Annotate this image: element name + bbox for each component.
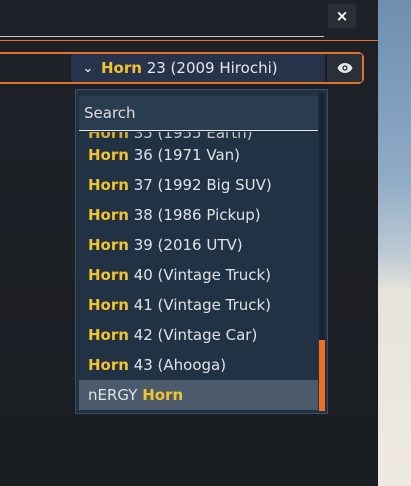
item-text: 38 (1986 Pickup) xyxy=(128,206,261,224)
item-text: 43 (Ahooga) xyxy=(128,356,227,374)
current-value-text: 23 (2009 Hirochi) xyxy=(141,59,278,77)
current-value-highlight: Horn xyxy=(101,59,142,77)
visibility-toggle-button[interactable] xyxy=(327,54,362,82)
item-highlight: Horn xyxy=(88,146,129,164)
dropdown-search-input[interactable] xyxy=(79,96,318,131)
list-item[interactable]: Horn 38 (1986 Pickup) xyxy=(79,200,318,230)
item-highlight: Horn xyxy=(88,266,129,284)
options-list: Horn 35 (1955 Earth) Horn 36 (1971 Van) … xyxy=(79,132,318,410)
list-item-selected[interactable]: nERGY Horn xyxy=(79,380,318,410)
item-highlight: Horn xyxy=(88,326,129,344)
item-text: 41 (Vintage Truck) xyxy=(128,296,272,314)
item-text: nERGY xyxy=(88,386,143,404)
list-item[interactable]: Horn 43 (Ahooga) xyxy=(79,350,318,380)
top-text-field[interactable] xyxy=(0,4,324,37)
horn-options-dropdown: Horn 35 (1955 Earth) Horn 36 (1971 Van) … xyxy=(75,89,328,414)
section-divider xyxy=(0,40,378,41)
list-item[interactable]: Horn 40 (Vintage Truck) xyxy=(79,260,318,290)
item-highlight: Horn xyxy=(88,176,129,194)
item-text: 42 (Vintage Car) xyxy=(128,326,258,344)
close-button[interactable]: × xyxy=(328,4,356,28)
list-item[interactable]: Horn 42 (Vintage Car) xyxy=(79,320,318,350)
item-text: 40 (Vintage Truck) xyxy=(128,266,272,284)
list-item[interactable]: Horn 35 (1955 Earth) xyxy=(79,132,318,140)
list-item[interactable]: Horn 37 (1992 Big SUV) xyxy=(79,170,318,200)
list-item[interactable]: Horn 39 (2016 UTV) xyxy=(79,230,318,260)
item-highlight: Horn xyxy=(88,236,129,254)
scrollbar-thumb[interactable] xyxy=(319,340,325,411)
eye-icon xyxy=(337,63,352,73)
horn-dropdown-toggle[interactable]: ⌄ Horn 23 (2009 Hirochi) xyxy=(71,54,325,82)
item-highlight: Horn xyxy=(88,132,129,140)
list-item[interactable]: Horn 36 (1971 Van) xyxy=(79,140,318,170)
vehicle-config-panel: × ⌄ Horn 23 (2009 Hirochi) Horn 35 (1955… xyxy=(0,0,378,486)
item-text: 35 (1955 Earth) xyxy=(129,132,253,140)
selector-label-area xyxy=(0,54,70,82)
close-icon: × xyxy=(335,7,349,25)
item-text: 39 (2016 UTV) xyxy=(128,236,243,254)
item-highlight: Horn xyxy=(88,296,129,314)
horn-selector-row: ⌄ Horn 23 (2009 Hirochi) xyxy=(0,52,364,84)
list-item[interactable]: Horn 41 (Vintage Truck) xyxy=(79,290,318,320)
item-text: 36 (1971 Van) xyxy=(128,146,241,164)
item-text: 37 (1992 Big SUV) xyxy=(128,176,272,194)
item-highlight: Horn xyxy=(88,206,129,224)
item-highlight: Horn xyxy=(142,386,184,404)
chevron-down-icon: ⌄ xyxy=(82,60,94,76)
item-highlight: Horn xyxy=(88,356,129,374)
background-scene xyxy=(378,0,411,486)
